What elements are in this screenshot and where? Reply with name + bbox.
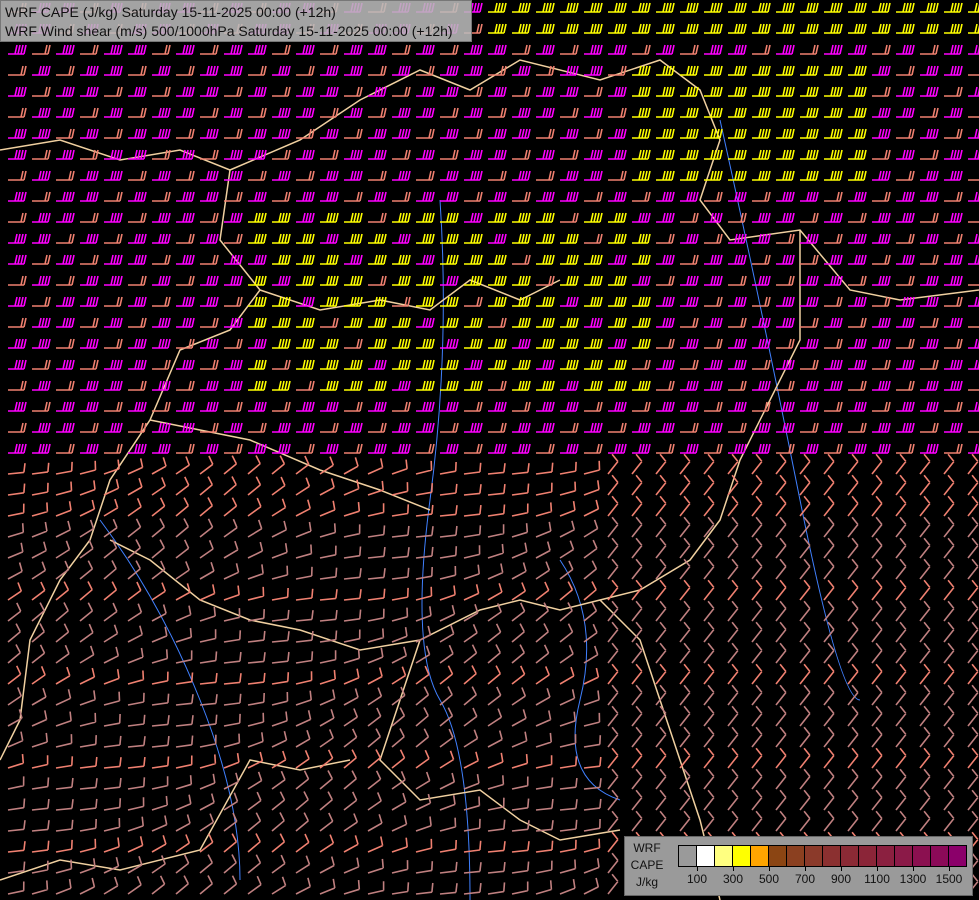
legend-swatch [697,846,715,866]
legend-tick-label: 1500 [935,872,963,886]
legend-swatch [679,846,697,866]
title-wind-shear: WRF Wind shear (m/s) 500/1000hPa Saturda… [5,23,453,39]
border-line [149,419,431,511]
legend-swatch [859,846,877,866]
title-cape: WRF CAPE (J/kg) Saturday 15-11-2025 00:0… [5,4,336,20]
map-title: WRF CAPE (J/kg) Saturday 15-11-2025 00:0… [0,0,472,42]
border-line [0,759,351,881]
legend-tick [733,866,734,871]
wind-shear-map [0,2,979,900]
legend-tick [841,866,842,871]
legend-tick-label: 100 [686,872,708,886]
legend-title-line: WRF [633,841,661,855]
legend-title-line: CAPE [630,858,664,872]
legend-tick [697,866,698,871]
legend-swatch [823,846,841,866]
legend-tick-label: 1100 [864,872,890,886]
wind-barbs [7,2,979,895]
legend-tick-label: 900 [830,872,852,886]
legend-tick-label: 1300 [899,872,927,886]
legend-swatch [715,846,733,866]
legend-swatch [877,846,895,866]
wind-barbs-high [8,2,979,454]
legend-tick-label: 500 [758,872,780,886]
legend-swatch [769,846,787,866]
legend-swatch [751,846,769,866]
legend-tick [913,866,914,871]
legend-swatch [841,846,859,866]
legend-title: WRF CAPE J/kg [629,840,665,891]
legend-swatch [733,846,751,866]
legend-title-line: J/kg [635,875,658,889]
border-line [229,59,979,301]
legend-swatch [913,846,931,866]
legend-swatch [787,846,805,866]
legend-swatch [805,846,823,866]
river-line [99,519,241,881]
legend-tick-label: 700 [794,872,816,886]
legend-swatch [895,846,913,866]
legend-color-bar [678,845,967,867]
legend-swatch [949,846,966,866]
legend-tick [769,866,770,871]
legend-tick [877,866,878,871]
legend-tick [805,866,806,871]
legend-tick-label: 300 [722,872,744,886]
legend-swatch [931,846,949,866]
legend-tick [949,866,950,871]
cape-legend: WRF CAPE J/kg 100 300 500 700 900 1100 1300 150… [624,836,973,896]
